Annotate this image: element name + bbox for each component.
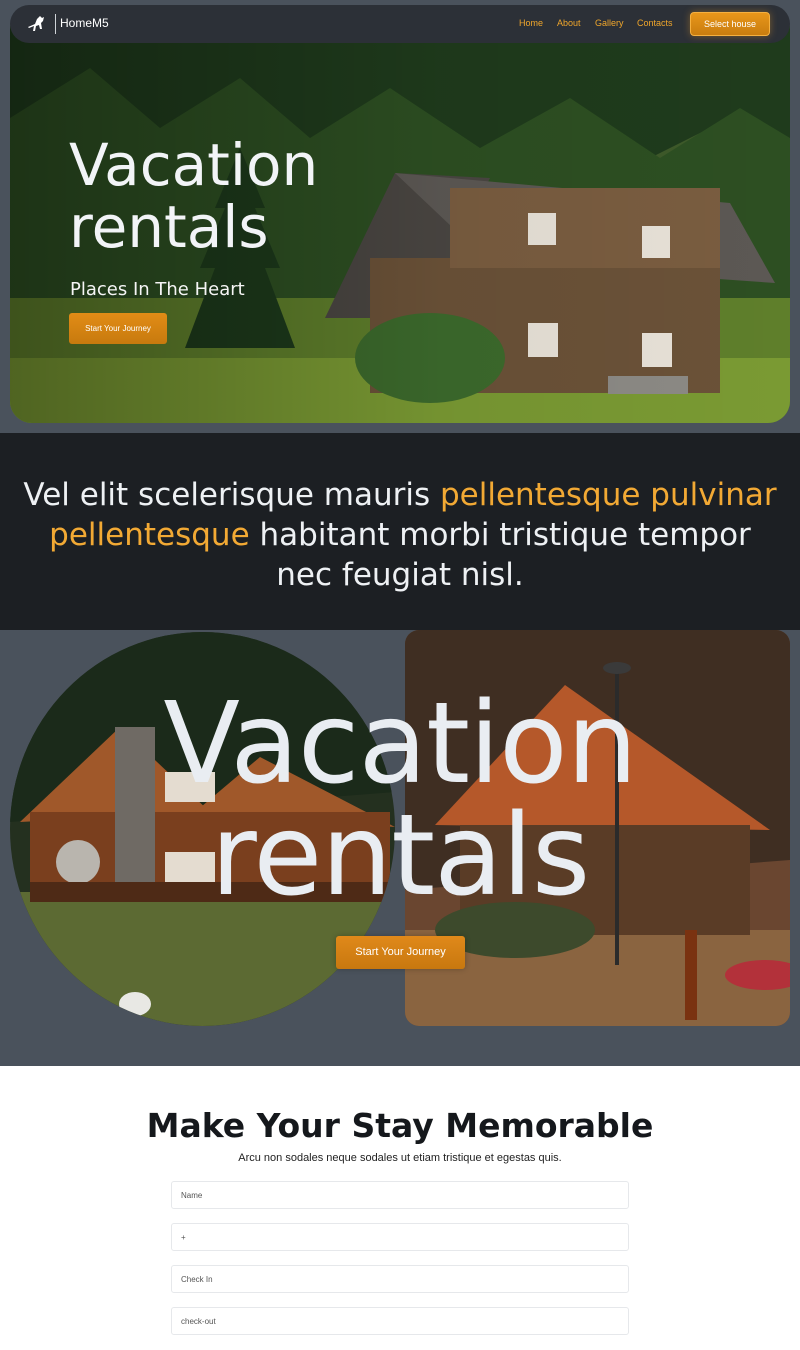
hero-subtitle: Places In The Heart: [70, 279, 245, 300]
nav-contacts[interactable]: Contacts: [637, 18, 673, 28]
gallery-start-journey-button[interactable]: Start Your Journey: [336, 936, 465, 969]
gallery-title-line2: rentals: [210, 791, 591, 921]
name-input[interactable]: Name: [171, 1181, 629, 1209]
hero-title: Vacation rentals: [69, 134, 318, 258]
gallery-section: Vacation rentals Start Your Journey: [0, 630, 800, 1066]
check-in-placeholder: Check In: [181, 1275, 213, 1284]
quote-text: Vel elit scelerisque mauris pellentesque…: [20, 475, 780, 595]
horse-logo-icon[interactable]: [26, 13, 50, 35]
quote-section: Vel elit scelerisque mauris pellentesque…: [0, 433, 800, 630]
form-subtitle: Arcu non sodales neque sodales ut etiam …: [238, 1152, 562, 1164]
name-placeholder: Name: [181, 1191, 203, 1200]
gallery-title-line1: Vacation: [163, 679, 637, 809]
navbar: HomeM5 Home About Gallery Contacts Selec…: [10, 5, 790, 43]
booking-form-section: Make Your Stay Memorable Arcu non sodale…: [0, 1066, 800, 1350]
form-title: Make Your Stay Memorable: [146, 1106, 654, 1145]
check-in-input[interactable]: Check In: [171, 1265, 629, 1293]
brand-name[interactable]: HomeM5: [60, 16, 109, 30]
hero-image: Vacation rentals Places In The Heart Sta…: [10, 8, 790, 423]
hero-section: Vacation rentals Places In The Heart Sta…: [0, 0, 800, 433]
quote-part1: Vel elit scelerisque mauris: [23, 477, 440, 513]
gallery-title: Vacation rentals: [0, 688, 800, 912]
hero-title-line1: Vacation: [69, 131, 319, 199]
check-out-input[interactable]: check-out: [171, 1307, 629, 1335]
nav-about[interactable]: About: [557, 18, 581, 28]
nav-home[interactable]: Home: [519, 18, 543, 28]
hero-title-line2: rentals: [69, 193, 269, 261]
phone-placeholder: +: [181, 1233, 186, 1242]
select-house-button[interactable]: Select house: [690, 12, 770, 36]
nav-gallery[interactable]: Gallery: [595, 18, 624, 28]
quote-part2: habitant morbi tristique tempor nec feug…: [249, 517, 751, 593]
start-journey-button[interactable]: Start Your Journey: [69, 313, 167, 344]
phone-input[interactable]: +: [171, 1223, 629, 1251]
check-out-placeholder: check-out: [181, 1317, 216, 1326]
